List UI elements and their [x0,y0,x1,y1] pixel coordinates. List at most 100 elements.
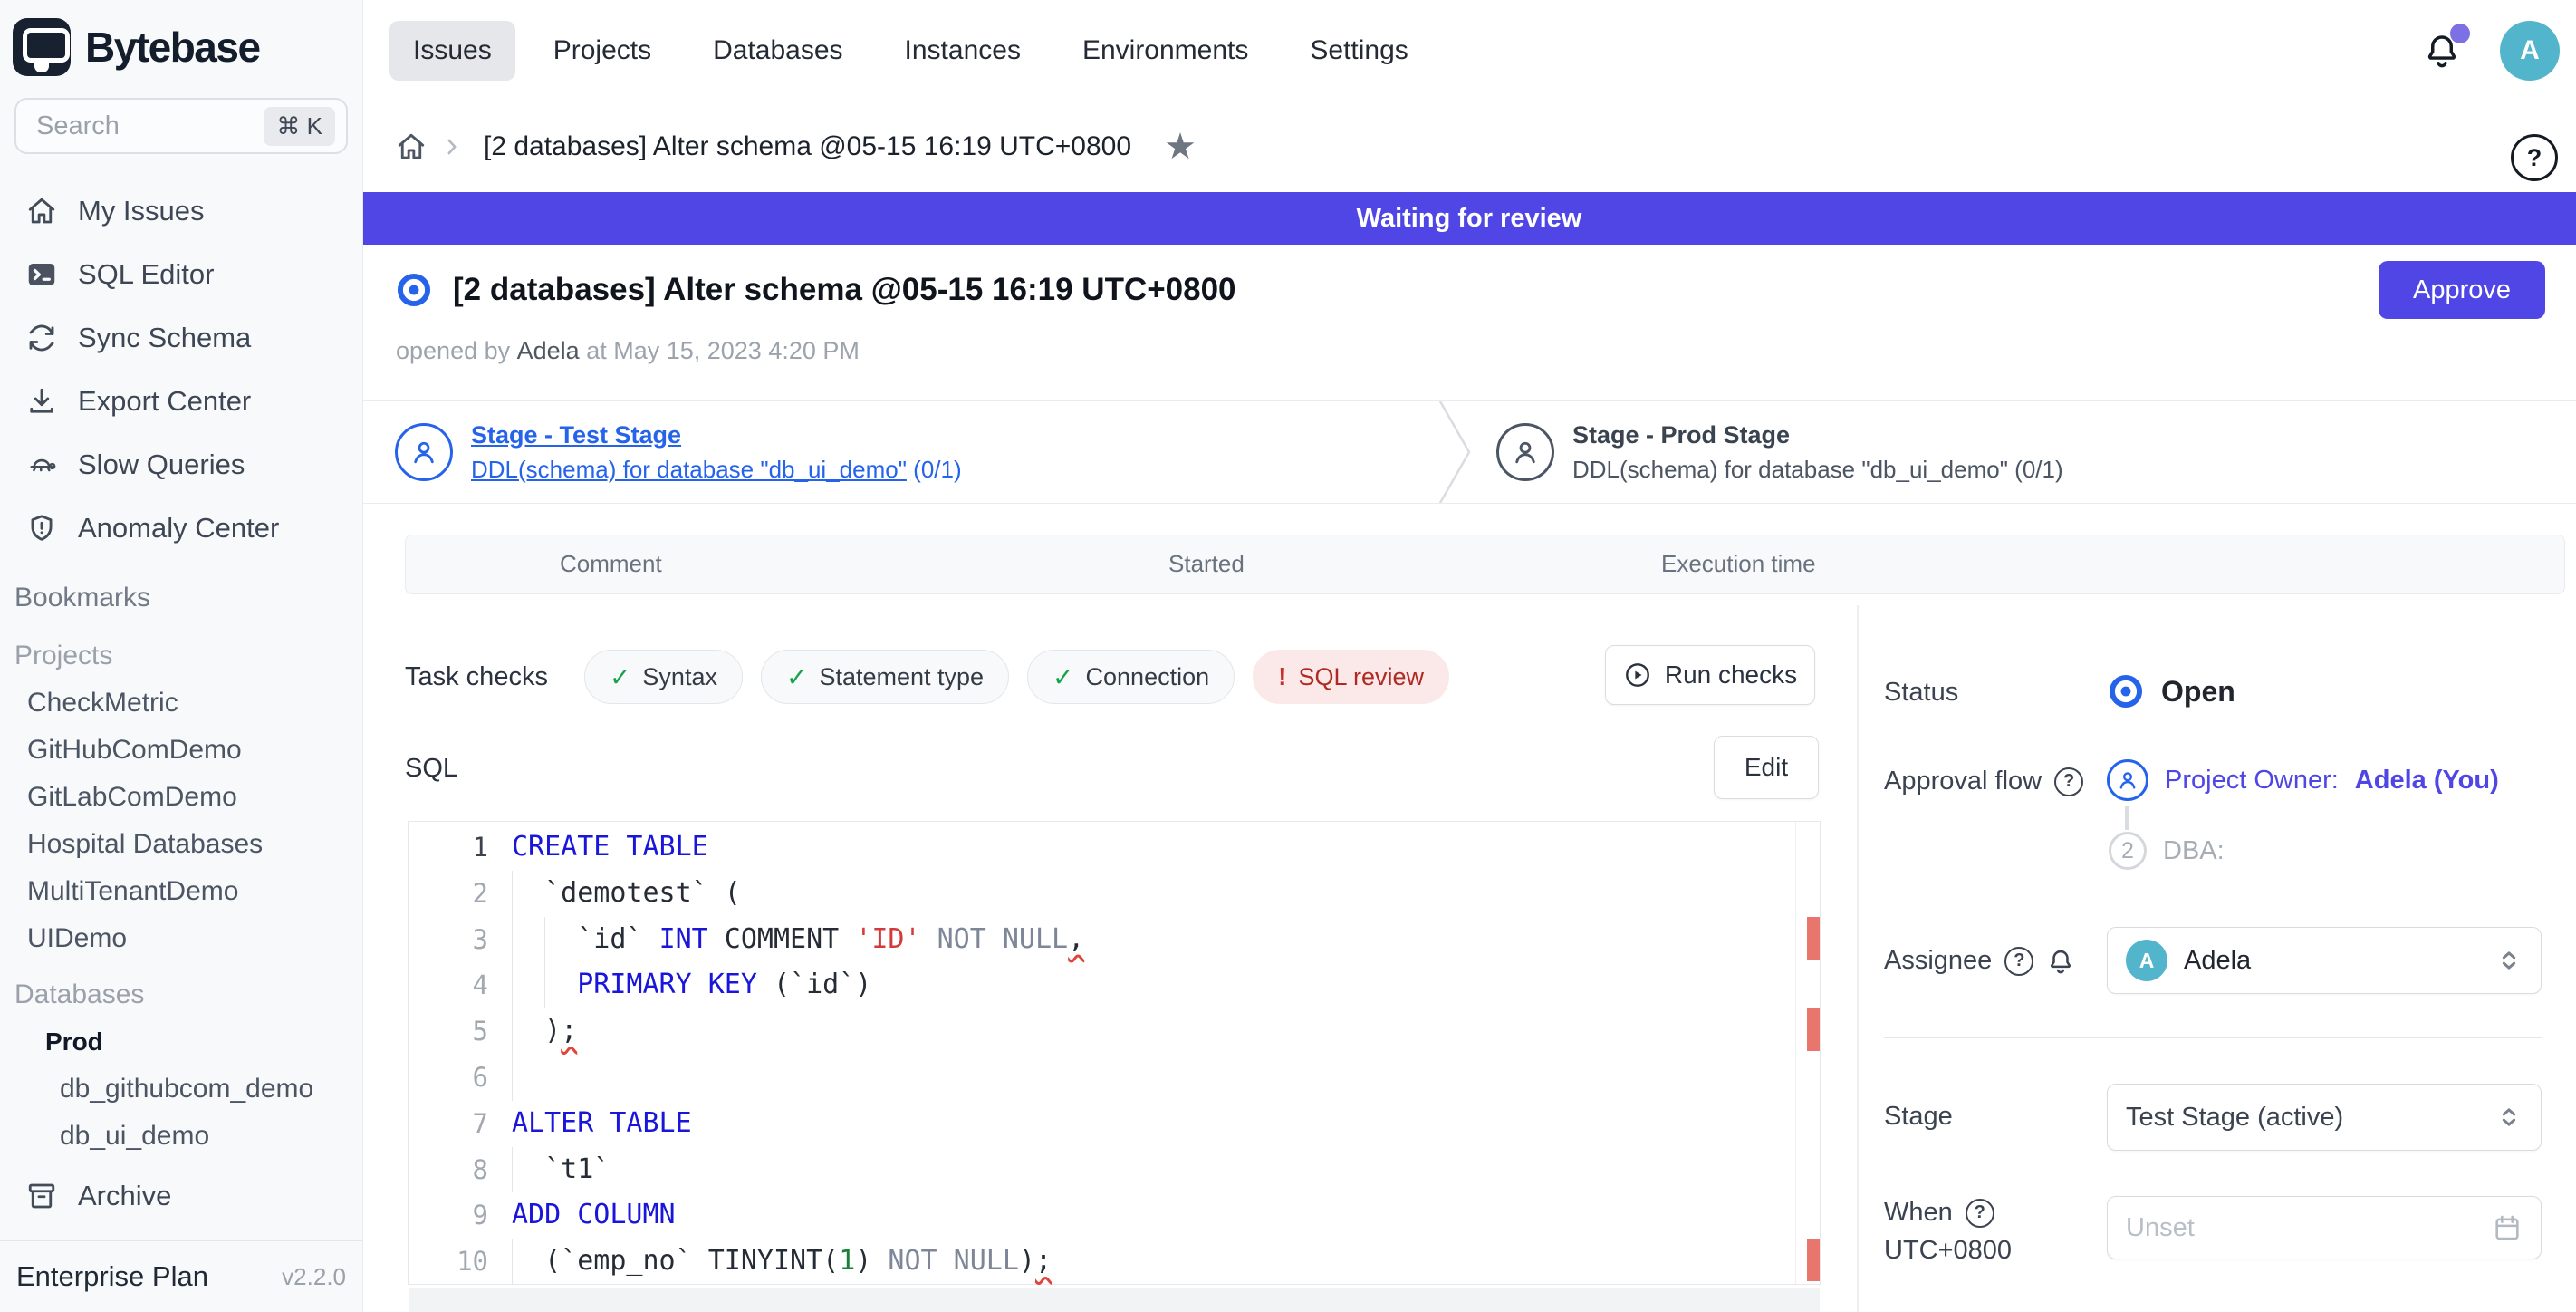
approve-button[interactable]: Approve [2379,261,2545,319]
assignee-select[interactable]: A Adela [2107,927,2542,994]
stage-card-prod[interactable]: Stage - Prod Stage DDL(schema) for datab… [1496,401,2063,503]
code-token: (`emp_no` TINYINT( [512,1245,839,1277]
sidebar-item-label: Sync Schema [78,322,251,354]
code-token: `demotest` ( [512,877,741,909]
code-line[interactable]: 9ADD COLUMN [409,1192,1820,1239]
help-circle-icon[interactable]: ? [2054,767,2083,796]
edit-sql-button[interactable]: Edit [1714,736,1819,799]
person-circle-icon [1496,423,1554,481]
code-line[interactable]: 8 `t1` [409,1147,1820,1193]
stage-title[interactable]: Stage - Test Stage [471,421,962,449]
stage-select[interactable]: Test Stage (active) [2107,1084,2542,1151]
sidebar-item-export-center[interactable]: Export Center [0,370,362,433]
check-statement-type[interactable]: ✓Statement type [761,650,1009,704]
tab-instances[interactable]: Instances [881,21,1044,81]
code-text: ALTER TABLE [488,1101,692,1147]
top-nav: IssuesProjectsDatabasesInstancesEnvironm… [362,0,2576,102]
check-sql-review[interactable]: !SQL review [1253,650,1449,704]
overview-ruler[interactable] [1795,822,1820,1284]
when-datetime-input[interactable]: Unset [2107,1196,2542,1259]
line-number: 7 [409,1101,488,1147]
approval-role: Project Owner: [2165,766,2339,796]
code-line[interactable]: 4 PRIMARY KEY (`id`) [409,962,1820,1008]
sidebar: Bytebase Search ⌘ K My IssuesSQL Editor S… [0,0,363,1312]
tab-settings[interactable]: Settings [1286,21,1431,81]
tab-databases[interactable]: Databases [689,21,866,81]
sidebar-item-slow-queries[interactable]: Slow Queries [0,433,362,497]
code-token: ; [1035,1245,1052,1277]
stage-title[interactable]: Stage - Prod Stage [1572,421,2063,449]
help-button[interactable]: ? [2511,134,2558,181]
tab-projects[interactable]: Projects [530,21,675,81]
stage-task-count: (0/1) [2008,456,2063,483]
code-line[interactable]: 5 ); [409,1008,1820,1055]
code-line[interactable]: 2 `demotest` ( [409,871,1820,917]
sidebar-project-multitenantdemo[interactable]: MultiTenantDemo [0,868,362,915]
approval-assignee[interactable]: Adela (You) [2355,766,2499,796]
sidebar-databases-list: Proddb_githubcom_demodb_ui_demo [0,1018,362,1160]
subscribe-bell-icon[interactable] [2046,947,2075,976]
code-line[interactable]: 1CREATE TABLE [409,825,1820,871]
sidebar-item-label: Anomaly Center [78,512,279,545]
tab-issues[interactable]: Issues [389,21,515,81]
sidebar-project-githubcomdemo[interactable]: GitHubComDemo [0,727,362,774]
sidebar-project-checkmetric[interactable]: CheckMetric [0,680,362,727]
code-token: ; [561,1015,577,1047]
sidebar-item-sql-editor[interactable]: SQL Editor [0,243,362,306]
tab-environments[interactable]: Environments [1059,21,1272,81]
avatar[interactable]: A [2500,21,2560,81]
run-checks-label: Run checks [1665,661,1797,690]
stage-card-test[interactable]: Stage - Test Stage DDL(schema) for datab… [395,401,962,503]
plan-name: Enterprise Plan [16,1260,208,1293]
chevron-right-icon [440,135,464,159]
sidebar-project-uidemo[interactable]: UIDemo [0,915,362,962]
search-input[interactable]: Search ⌘ K [14,98,348,154]
status-text: Open [2161,675,2235,709]
sidebar-item-anomaly-center[interactable]: Anomaly Center [0,497,362,560]
code-text: ); [488,1008,577,1055]
sidebar-item-bookmarks[interactable]: Bookmarks [0,573,362,623]
archive-icon [25,1180,58,1212]
sidebar-item-my-issues[interactable]: My Issues [0,179,362,243]
sql-code-editor[interactable]: 1CREATE TABLE2 `demotest` (3 `id` INT CO… [408,821,1821,1285]
sidebar-item-archive[interactable]: Archive [0,1167,362,1225]
logo[interactable]: Bytebase [0,0,362,89]
sidebar-db-db-githubcom-demo[interactable]: db_githubcom_demo [0,1066,362,1113]
sidebar-project-hospital-databases[interactable]: Hospital Databases [0,821,362,868]
sidebar-db-db-ui-demo[interactable]: db_ui_demo [0,1113,362,1160]
approval-step-1: Project Owner: Adela (You) [2107,759,2499,801]
sidebar-item-sync-schema[interactable]: Sync Schema [0,306,362,370]
error-marker [1807,917,1820,960]
home-icon[interactable] [395,130,428,163]
notifications-button[interactable] [2422,31,2462,71]
help-circle-icon[interactable]: ? [2004,947,2033,976]
person-circle-icon [395,423,453,481]
brand-name: Bytebase [85,23,260,72]
stage-task-link[interactable]: DDL(schema) for database "db_ui_demo" [471,456,907,483]
nav-tabs: IssuesProjectsDatabasesInstancesEnvironm… [389,21,1432,81]
code-text [488,1055,512,1101]
open-status-icon [395,271,433,309]
code-line[interactable]: 10 (`emp_no` TINYINT(1) NOT NULL); [409,1239,1820,1285]
editor-scrollbar-track[interactable] [409,1288,1820,1312]
breadcrumb-page: [2 databases] Alter schema @05-15 16:19 … [484,131,1131,162]
sidebar-env-prod: Prod [0,1018,362,1066]
line-number: 8 [409,1147,488,1193]
code-line[interactable]: 6 [409,1055,1820,1101]
line-number: 9 [409,1192,488,1239]
when-timezone: UTC+0800 [1884,1236,2012,1266]
assignee-label: Assignee ? [1884,946,2075,976]
star-icon[interactable]: ★ [1164,129,1197,165]
code-line[interactable]: 3 `id` INT COMMENT 'ID' NOT NULL, [409,917,1820,963]
plan-footer[interactable]: Enterprise Plan v2.2.0 [0,1240,362,1312]
run-checks-button[interactable]: Run checks [1605,645,1815,705]
help-circle-icon[interactable]: ? [1966,1199,1994,1228]
home-icon [25,195,58,227]
check-connection[interactable]: ✓Connection [1027,650,1235,704]
check-syntax[interactable]: ✓Syntax [584,650,743,704]
search-placeholder: Search [36,111,120,141]
when-label: When ? [1884,1198,1994,1228]
bytebase-logo-icon [13,18,71,76]
sidebar-project-gitlabcomdemo[interactable]: GitLabComDemo [0,774,362,821]
code-line[interactable]: 7ALTER TABLE [409,1101,1820,1147]
